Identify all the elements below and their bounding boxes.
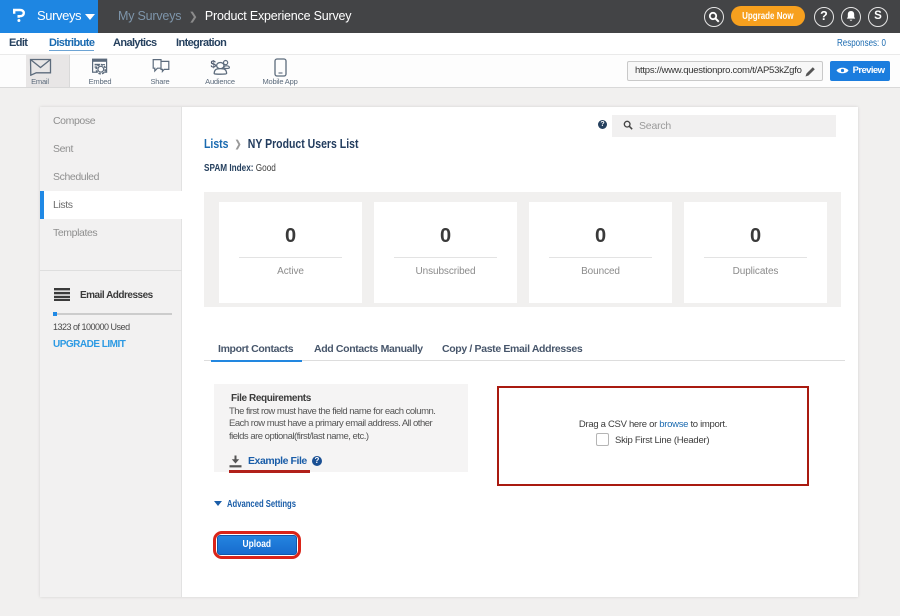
svg-text:$: $	[211, 60, 217, 71]
